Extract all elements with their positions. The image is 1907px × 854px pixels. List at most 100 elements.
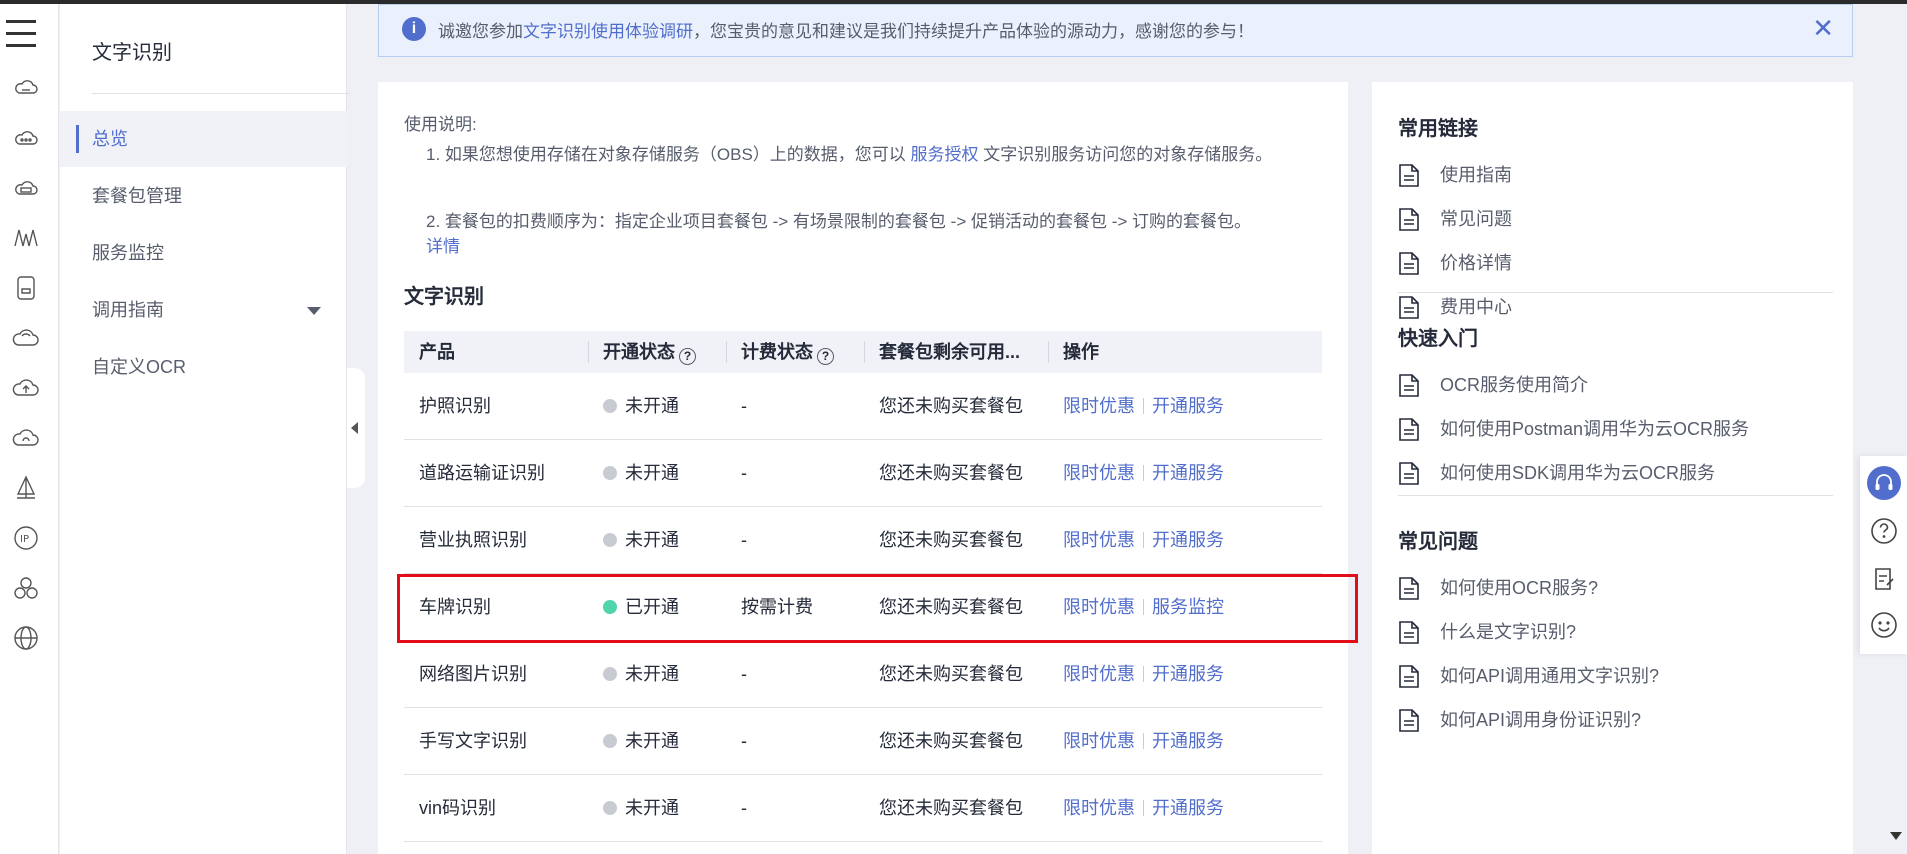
links-card: 常用链接 使用指南 常见问题 价格详情 费用中心 快速入门 OCR服务使用简介 如何使用… bbox=[1372, 82, 1853, 854]
headset-icon[interactable] bbox=[1867, 466, 1901, 500]
header-billing: 计费状态? bbox=[726, 331, 864, 373]
promo-link[interactable]: 限时优惠 bbox=[1063, 798, 1135, 818]
cloud-server-icon[interactable] bbox=[12, 74, 40, 102]
document-icon bbox=[1399, 418, 1419, 441]
document-icon bbox=[1399, 462, 1419, 485]
divider bbox=[1398, 292, 1833, 293]
billing-cell: - bbox=[741, 530, 747, 550]
floating-toolbar bbox=[1860, 456, 1907, 654]
promo-link[interactable]: 限时优惠 bbox=[1063, 463, 1135, 483]
status-cell: 未开通 bbox=[588, 440, 726, 506]
link-item[interactable]: 如何使用OCR服务? bbox=[1398, 566, 1833, 610]
sidebar-item-call-guide[interactable]: 调用指南 bbox=[60, 282, 347, 338]
document-icon bbox=[1399, 208, 1419, 231]
table-row: 营业执照识别 未开通 - 您还未购买套餐包 限时优惠 开通服务 bbox=[404, 507, 1322, 574]
sidebar-item-overview[interactable]: 总览 bbox=[60, 111, 347, 167]
scroll-down-arrow[interactable] bbox=[1890, 832, 1902, 840]
ip-icon[interactable]: IP bbox=[12, 524, 40, 552]
globe-icon[interactable] bbox=[12, 624, 40, 652]
cloud-network-icon[interactable] bbox=[12, 174, 40, 202]
cloud-sync-icon[interactable] bbox=[12, 424, 40, 452]
overview-card: 使用说明: 1. 如果您想使用存储在对象存储服务（OBS）上的数据，您可以 服务… bbox=[378, 82, 1348, 854]
package-cell: 您还未购买套餐包 bbox=[879, 463, 1023, 483]
sailboat-icon[interactable] bbox=[12, 474, 40, 502]
sidebar-item-label: 套餐包管理 bbox=[92, 186, 182, 206]
help-icon[interactable]: ? bbox=[817, 348, 834, 365]
link-item[interactable]: 价格详情 bbox=[1398, 241, 1833, 285]
promo-link[interactable]: 限时优惠 bbox=[1063, 731, 1135, 751]
icon-rail: IP bbox=[0, 4, 59, 854]
faq-title: 常见问题 bbox=[1398, 531, 1478, 553]
activate-service-link[interactable]: 开通服务 bbox=[1152, 798, 1224, 818]
document-icon bbox=[1399, 374, 1419, 397]
survey-link[interactable]: 文字识别使用体验调研 bbox=[523, 22, 693, 41]
sidebar-item-service-monitor[interactable]: 服务监控 bbox=[60, 225, 347, 281]
link-item[interactable]: 如何使用Postman调用华为云OCR服务 bbox=[1398, 407, 1833, 451]
device-icon[interactable] bbox=[12, 274, 40, 302]
service-sidebar: 文字识别 总览 套餐包管理 服务监控 调用指南 自定义OCR bbox=[60, 4, 350, 854]
hamburger-menu-icon[interactable] bbox=[6, 20, 36, 50]
link-item[interactable]: 使用指南 bbox=[1398, 153, 1833, 197]
package-cell: 您还未购买套餐包 bbox=[879, 530, 1023, 550]
promo-link[interactable]: 限时优惠 bbox=[1063, 396, 1135, 416]
service-monitor-link[interactable]: 服务监控 bbox=[1152, 597, 1224, 617]
cloud-upload-icon[interactable] bbox=[12, 374, 40, 402]
link-item[interactable]: 什么是文字识别? bbox=[1398, 610, 1833, 654]
header-package: 套餐包剩余可用... bbox=[864, 331, 1048, 373]
table-row: 车牌识别 已开通 按需计费 您还未购买套餐包 限时优惠 服务监控 bbox=[404, 574, 1322, 641]
quick-start-title: 快速入门 bbox=[1398, 328, 1478, 350]
smile-icon[interactable] bbox=[1867, 608, 1901, 642]
waveform-icon[interactable] bbox=[12, 224, 40, 252]
billing-cell: - bbox=[741, 798, 747, 818]
close-icon[interactable]: ✕ bbox=[1812, 15, 1834, 41]
table-body: 护照识别 未开通 - 您还未购买套餐包 限时优惠 开通服务 道路运输证识别 未开通 - 您还未购买… bbox=[404, 373, 1322, 842]
activate-service-link[interactable]: 开通服务 bbox=[1152, 731, 1224, 751]
table-header: 产品 开通状态? 计费状态? 套餐包剩余可用... 操作 bbox=[404, 331, 1322, 373]
link-item[interactable]: 常见问题 bbox=[1398, 197, 1833, 241]
cloud-outline-icon[interactable] bbox=[12, 324, 40, 352]
promo-link[interactable]: 限时优惠 bbox=[1063, 530, 1135, 550]
cluster-icon[interactable] bbox=[12, 574, 40, 602]
activate-service-link[interactable]: 开通服务 bbox=[1152, 530, 1224, 550]
billing-cell: - bbox=[741, 731, 747, 751]
package-cell: 您还未购买套餐包 bbox=[879, 664, 1023, 684]
product-name: 护照识别 bbox=[419, 396, 491, 416]
sidebar-item-package-management[interactable]: 套餐包管理 bbox=[60, 168, 347, 224]
activate-service-link[interactable]: 开通服务 bbox=[1152, 463, 1224, 483]
actions-cell: 限时优惠 服务监控 bbox=[1048, 574, 1322, 640]
promo-link[interactable]: 限时优惠 bbox=[1063, 597, 1135, 617]
link-item[interactable]: OCR服务使用简介 bbox=[1398, 363, 1833, 407]
billing-cell: 按需计费 bbox=[741, 597, 813, 617]
service-authorization-link[interactable]: 服务授权 bbox=[911, 145, 979, 164]
sidebar-item-custom-ocr[interactable]: 自定义OCR bbox=[60, 339, 347, 395]
help-icon[interactable] bbox=[1867, 514, 1901, 548]
status-cell: 已开通 bbox=[588, 574, 726, 640]
link-item[interactable]: 如何API调用通用文字识别? bbox=[1398, 654, 1833, 698]
promo-link[interactable]: 限时优惠 bbox=[1063, 664, 1135, 684]
feedback-icon[interactable] bbox=[1867, 562, 1901, 596]
activate-service-link[interactable]: 开通服务 bbox=[1152, 664, 1224, 684]
status-dot-icon bbox=[603, 801, 617, 815]
status-cell: 未开通 bbox=[588, 775, 726, 841]
actions-cell: 限时优惠 开通服务 bbox=[1048, 507, 1322, 573]
details-link[interactable]: 详情 bbox=[426, 237, 460, 256]
faq-section: 常见问题 如何使用OCR服务? 什么是文字识别? 如何API调用通用文字识别? 如何A… bbox=[1398, 525, 1833, 742]
divider bbox=[1398, 495, 1833, 496]
product-table: 产品 开通状态? 计费状态? 套餐包剩余可用... 操作 护照识别 未开通 - 您还未… bbox=[404, 331, 1322, 842]
sidebar-collapse-toggle[interactable] bbox=[347, 368, 365, 488]
document-icon bbox=[1399, 252, 1419, 275]
status-cell: 未开通 bbox=[588, 507, 726, 573]
product-name: 营业执照识别 bbox=[419, 530, 527, 550]
product-name: 车牌识别 bbox=[419, 597, 491, 617]
table-row: 道路运输证识别 未开通 - 您还未购买套餐包 限时优惠 开通服务 bbox=[404, 440, 1322, 507]
actions-cell: 限时优惠 开通服务 bbox=[1048, 641, 1322, 707]
svg-text:IP: IP bbox=[20, 534, 29, 545]
product-name: vin码识别 bbox=[419, 798, 497, 818]
help-icon[interactable]: ? bbox=[679, 348, 696, 365]
activate-service-link[interactable]: 开通服务 bbox=[1152, 396, 1224, 416]
info-icon: i bbox=[402, 17, 426, 41]
link-item[interactable]: 如何使用SDK调用华为云OCR服务 bbox=[1398, 451, 1833, 495]
link-item[interactable]: 如何API调用身份证识别? bbox=[1398, 698, 1833, 742]
status-cell: 未开通 bbox=[588, 641, 726, 707]
cloud-icon[interactable] bbox=[12, 124, 40, 152]
